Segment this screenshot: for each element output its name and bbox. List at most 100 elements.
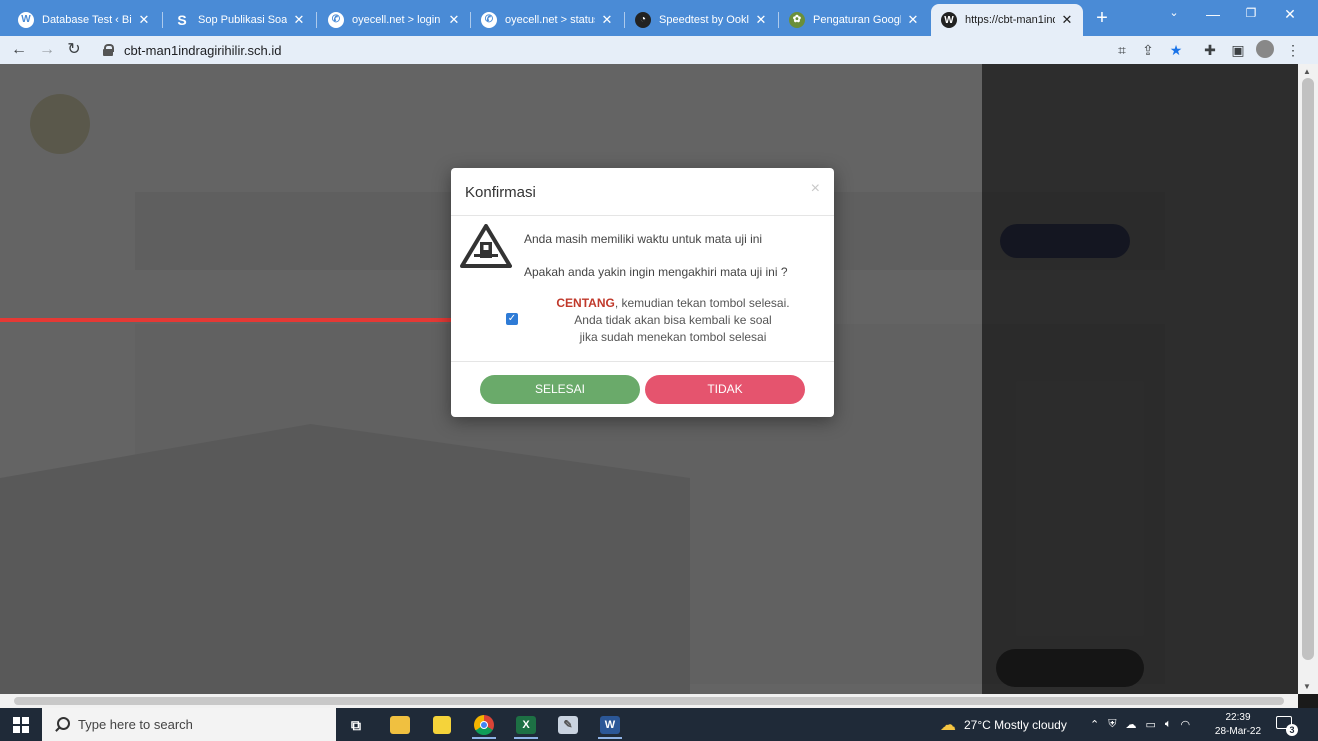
- scrollbar-thumb[interactable]: [14, 697, 1284, 705]
- new-tab-button[interactable]: +: [1092, 8, 1112, 28]
- windows-start-icon[interactable]: [13, 717, 29, 733]
- tab-title: Sop Publikasi Soal Da: [198, 13, 287, 26]
- browser-tab[interactable]: ✆ oyecell.net > status ✕: [471, 5, 623, 34]
- page-viewport: Konfirmasi × Anda masih memiliki waktu u…: [0, 64, 1298, 694]
- task-view-icon[interactable]: ⧉: [340, 711, 372, 739]
- lock-icon: [102, 44, 114, 56]
- notification-count-badge: 3: [1286, 724, 1298, 736]
- restore-icon[interactable]: ❐: [1241, 6, 1261, 20]
- browser-tab-strip: W Database Test ‹ Bimas ✕ S Sop Publikas…: [0, 0, 1318, 36]
- reload-icon[interactable]: ↻: [63, 39, 85, 61]
- modal-title: Konfirmasi: [465, 184, 536, 201]
- tab-title: https://cbt-man1indra: [965, 14, 1055, 26]
- tab-title: Speedtest by Ookla -: [659, 13, 749, 26]
- close-tab-icon[interactable]: ✕: [291, 12, 307, 28]
- security-icon[interactable]: ⛨: [1108, 718, 1116, 731]
- phone-icon: ✆: [328, 11, 344, 28]
- paint-icon[interactable]: ✎: [552, 711, 584, 739]
- emblem-icon: ✿: [789, 11, 805, 28]
- red-arrow-line: [0, 318, 490, 322]
- file-explorer-icon[interactable]: [384, 711, 416, 739]
- tidak-button[interactable]: TIDAK: [645, 375, 805, 404]
- close-icon[interactable]: ×: [811, 180, 820, 198]
- close-window-icon[interactable]: ✕: [1280, 6, 1300, 23]
- browser-toolbar: ← → ↻ cbt-man1indragirihilir.sch.id ⌗ ⇪ …: [0, 36, 1318, 64]
- avatar: [1256, 40, 1274, 58]
- horizontal-scrollbar[interactable]: [0, 694, 1298, 708]
- vertical-scrollbar[interactable]: ▲ ▼: [1298, 64, 1318, 694]
- side-panel-icon[interactable]: ▣: [1228, 40, 1248, 60]
- profile-avatar[interactable]: [1255, 40, 1275, 60]
- url-text: cbt-man1indragirihilir.sch.id: [124, 42, 282, 58]
- wordpress-icon: W: [941, 12, 957, 28]
- close-tab-icon[interactable]: ✕: [446, 12, 462, 28]
- scroll-up-icon[interactable]: ▲: [1303, 67, 1311, 76]
- modal-backdrop-dark: [982, 64, 1298, 694]
- browser-tab[interactable]: ✿ Pengaturan Google D ✕: [779, 5, 929, 34]
- tab-title: oyecell.net > login: [352, 13, 441, 26]
- browser-tab[interactable]: W Database Test ‹ Bimas ✕: [8, 5, 160, 34]
- volume-icon[interactable]: 🔈︎: [1165, 718, 1172, 731]
- browser-tab[interactable]: ◔ Speedtest by Ookla - ✕: [625, 5, 777, 34]
- browser-tab-active[interactable]: W https://cbt-man1indra ✕: [931, 4, 1083, 36]
- notification-center-icon[interactable]: 3: [1276, 716, 1298, 736]
- tab-title: Pengaturan Google D: [813, 13, 901, 26]
- word-icon[interactable]: W: [594, 711, 626, 739]
- tab-title: Database Test ‹ Bimas: [42, 13, 132, 26]
- chrome-icon[interactable]: [468, 711, 500, 739]
- address-bar[interactable]: cbt-man1indragirihilir.sch.id: [96, 38, 1100, 62]
- excel-icon[interactable]: X: [510, 711, 542, 739]
- instruction-highlight: CENTANG: [556, 296, 615, 310]
- extensions-puzzle-icon[interactable]: ✚: [1200, 40, 1220, 60]
- modal-message-time: Anda masih memiliki waktu untuk mata uji…: [524, 232, 763, 246]
- close-tab-icon[interactable]: ✕: [1059, 12, 1075, 28]
- partly-cloudy-icon: ☁: [940, 716, 956, 734]
- bookmark-star-icon[interactable]: ★: [1166, 40, 1186, 60]
- scrollbar-thumb[interactable]: [1302, 78, 1314, 660]
- weather-widget[interactable]: ☁ 27°C Mostly cloudy: [940, 708, 1067, 741]
- selesai-button[interactable]: SELESAI: [480, 375, 640, 404]
- clock-time: 22:39: [1225, 712, 1251, 723]
- minimize-icon[interactable]: —: [1203, 6, 1223, 22]
- wifi-icon[interactable]: ◠: [1180, 718, 1190, 731]
- instruction-rest: , kemudian tekan tombol selesai.: [614, 296, 790, 310]
- translate-icon[interactable]: ⌗: [1112, 40, 1132, 60]
- speedometer-icon: ◔: [635, 11, 651, 28]
- modal-message-question: Apakah anda yakin ingin mengakhiri mata …: [524, 265, 788, 279]
- tab-separator: [316, 12, 317, 28]
- clock-date: 28-Mar-22: [1214, 726, 1262, 737]
- chevron-up-icon[interactable]: ⌃: [1090, 718, 1099, 731]
- taskbar-clock[interactable]: 22:39 28-Mar-22: [1208, 711, 1268, 739]
- onedrive-cloud-icon[interactable]: ☁: [1125, 718, 1136, 731]
- phone-icon: ✆: [481, 11, 497, 28]
- close-tab-icon[interactable]: ✕: [136, 12, 152, 28]
- modal-header: Konfirmasi ×: [451, 168, 834, 216]
- close-tab-icon[interactable]: ✕: [753, 12, 769, 28]
- forward-arrow-icon[interactable]: →: [36, 39, 58, 61]
- instruction-line-3: jika sudah menekan tombol selesai: [579, 330, 767, 344]
- system-tray: ⌃ ⛨ ☁ ▭ 🔈︎ ◠: [1090, 708, 1190, 741]
- instruction-line-1: CENTANG, kemudian tekan tombol selesai.: [523, 295, 823, 312]
- s-letter-icon: S: [177, 11, 187, 28]
- browser-tab[interactable]: S Sop Publikasi Soal Da ✕: [164, 5, 315, 34]
- wordpress-icon: W: [18, 11, 34, 28]
- share-icon[interactable]: ⇪: [1138, 40, 1158, 60]
- tab-title: oyecell.net > status: [505, 13, 595, 26]
- taskbar-search-box[interactable]: Type here to search: [42, 708, 336, 741]
- confirm-checkbox[interactable]: ✓: [506, 313, 518, 325]
- battery-icon[interactable]: ▭: [1145, 718, 1155, 731]
- tab-separator: [162, 12, 163, 28]
- modal-footer-divider: [451, 361, 834, 362]
- search-placeholder: Type here to search: [78, 717, 193, 732]
- browser-tab[interactable]: ✆ oyecell.net > login ✕: [318, 5, 470, 34]
- scroll-down-icon[interactable]: ▼: [1303, 682, 1311, 691]
- tab-search-icon[interactable]: ⌄: [1164, 6, 1184, 19]
- close-tab-icon[interactable]: ✕: [905, 12, 921, 28]
- close-tab-icon[interactable]: ✕: [599, 12, 615, 28]
- sticky-notes-icon[interactable]: [426, 711, 458, 739]
- warning-triangle-icon: [460, 224, 512, 268]
- menu-kebab-icon[interactable]: ⋮: [1283, 40, 1303, 60]
- back-arrow-icon[interactable]: ←: [8, 39, 30, 61]
- weather-text: 27°C Mostly cloudy: [964, 717, 1067, 732]
- search-icon: [54, 716, 70, 733]
